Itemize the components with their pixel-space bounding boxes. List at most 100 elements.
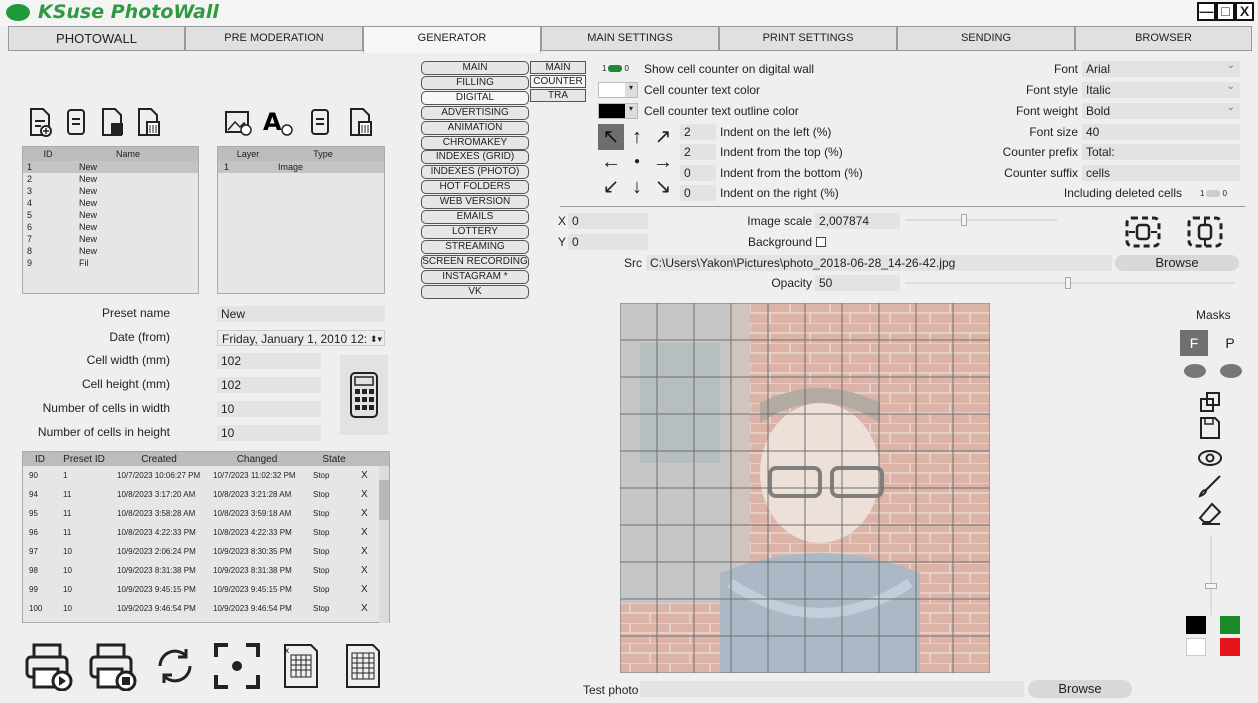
- menu-item-streaming[interactable]: STREAMING: [421, 239, 529, 254]
- menu-item-emails[interactable]: EMAILS: [421, 210, 529, 224]
- minimize-button[interactable]: —: [1197, 2, 1216, 21]
- maximize-button[interactable]: □: [1216, 2, 1235, 21]
- tab-browser[interactable]: BROWSER: [1075, 26, 1252, 51]
- menu-item-animation[interactable]: ANIMATION: [421, 120, 529, 135]
- table-sheet-button[interactable]: [334, 637, 392, 695]
- save-preset-icon[interactable]: [94, 104, 130, 140]
- table-row[interactable]: 99 10 10/9/2023 9:45:15 PM 10/9/2023 9:45:1…: [23, 580, 389, 599]
- swatch-white[interactable]: [1186, 638, 1206, 656]
- suffix-field[interactable]: cells: [1082, 165, 1240, 181]
- mask-shape-icon[interactable]: [1196, 390, 1224, 414]
- date-picker[interactable]: Friday, January 1, 2010 12: ⬍▾: [217, 330, 385, 346]
- copy-preset-icon[interactable]: [58, 104, 94, 140]
- table-row[interactable]: 9 Fil: [23, 257, 198, 269]
- font-weight-select[interactable]: Bold: [1082, 100, 1240, 119]
- image-scale-field[interactable]: 2,007874: [815, 213, 900, 229]
- add-preset-icon[interactable]: [22, 104, 58, 140]
- align-top-right-icon[interactable]: ↗: [650, 124, 676, 150]
- indent-top-field[interactable]: 2: [680, 144, 716, 160]
- browse-test-photo-button[interactable]: Browse: [1028, 680, 1132, 698]
- slider-thumb[interactable]: [1205, 583, 1217, 589]
- date-spinner-icon[interactable]: ⬍▾: [370, 331, 382, 347]
- align-center-icon[interactable]: ●: [624, 149, 650, 175]
- table-row[interactable]: 6 New: [23, 221, 198, 233]
- table-row[interactable]: 1 Image: [218, 161, 384, 173]
- table-row[interactable]: 100 10 10/9/2023 9:46:54 PM 10/9/2023 9:46:…: [23, 599, 389, 618]
- table-row[interactable]: 94 11 10/8/2023 3:17:20 AM 10/8/2023 3:21:2…: [23, 485, 389, 504]
- src-field[interactable]: C:\Users\Yakon\Pictures\photo_2018-06-28…: [646, 255, 1112, 271]
- table-row[interactable]: 98 10 10/9/2023 8:31:38 PM 10/9/2023 8:31:3…: [23, 561, 389, 580]
- slider-thumb[interactable]: [1065, 277, 1071, 289]
- indent-right-field[interactable]: 0: [680, 185, 716, 201]
- delete-row-button[interactable]: X: [361, 508, 375, 519]
- opacity-slider[interactable]: [905, 277, 1235, 289]
- cell-height-field[interactable]: 102: [217, 377, 321, 393]
- indent-left-field[interactable]: 2: [680, 124, 716, 140]
- align-right-icon[interactable]: →: [650, 149, 676, 175]
- preset-name-field[interactable]: New: [217, 306, 385, 322]
- test-photo-field[interactable]: [640, 681, 1024, 697]
- submenu-main[interactable]: MAIN: [530, 61, 586, 74]
- menu-item-indexes-photo[interactable]: INDEXES (PHOTO): [421, 165, 529, 180]
- delete-row-button[interactable]: X: [361, 470, 375, 481]
- tab-main-settings[interactable]: MAIN SETTINGS: [541, 26, 719, 51]
- fit-height-button[interactable]: [1182, 212, 1228, 252]
- y-field[interactable]: 0: [568, 234, 648, 250]
- table-row[interactable]: 97 10 10/9/2023 2:06:24 PM 10/9/2023 8:30:3…: [23, 542, 389, 561]
- align-bottom-right-icon[interactable]: ↘: [650, 174, 676, 200]
- mask-ellipse-alt-icon[interactable]: [1220, 364, 1242, 378]
- brush-size-slider[interactable]: [1205, 535, 1217, 615]
- mask-ellipse-icon[interactable]: [1184, 364, 1206, 378]
- menu-item-chromakey[interactable]: CHROMAKEY: [421, 135, 529, 150]
- print-start-button[interactable]: [20, 637, 78, 695]
- save-mask-icon[interactable]: [1196, 416, 1224, 440]
- calculator-button[interactable]: [340, 355, 388, 435]
- menu-item-instagram[interactable]: INSTAGRAM *: [421, 269, 529, 284]
- submenu-counter[interactable]: COUNTER: [530, 75, 586, 88]
- tab-photowall[interactable]: PHOTOWALL: [8, 26, 185, 51]
- delete-row-button[interactable]: X: [361, 565, 375, 576]
- delete-row-button[interactable]: X: [361, 584, 375, 595]
- delete-row-button[interactable]: X: [361, 546, 375, 557]
- cells-height-field[interactable]: 10: [217, 425, 321, 441]
- menu-item-digital[interactable]: DIGITAL: [421, 90, 529, 105]
- fit-width-button[interactable]: [1120, 212, 1166, 252]
- copy-layer-icon[interactable]: [302, 104, 338, 140]
- menu-item-screen-recording[interactable]: SCREEN RECORDING: [421, 254, 529, 269]
- swatch-black[interactable]: [1186, 616, 1206, 634]
- text-color-picker[interactable]: ▾: [598, 82, 638, 98]
- table-row[interactable]: 1 New: [23, 161, 198, 173]
- brush-icon[interactable]: [1196, 474, 1224, 498]
- grid-sheet-button[interactable]: x: [272, 637, 330, 695]
- slider-thumb[interactable]: [961, 214, 967, 226]
- swatch-green[interactable]: [1220, 616, 1240, 634]
- table-row[interactable]: 96 11 10/8/2023 4:22:33 PM 10/8/2023 4:22:3…: [23, 523, 389, 542]
- background-checkbox[interactable]: [816, 237, 826, 247]
- align-bottom-left-icon[interactable]: ↙: [598, 174, 624, 200]
- table-row[interactable]: 5 New: [23, 209, 198, 221]
- menu-item-main[interactable]: MAIN: [421, 61, 529, 75]
- menu-item-vk[interactable]: VK: [421, 284, 529, 299]
- cell-width-field[interactable]: 102: [217, 353, 321, 369]
- indent-bottom-field[interactable]: 0: [680, 165, 716, 181]
- font-size-field[interactable]: 40: [1082, 124, 1240, 140]
- menu-item-lottery[interactable]: LOTTERY: [421, 224, 529, 239]
- jobs-scrollbar[interactable]: [379, 466, 389, 623]
- table-row[interactable]: 8 New: [23, 245, 198, 257]
- add-image-layer-icon[interactable]: [220, 104, 256, 140]
- menu-item-filling[interactable]: FILLING: [421, 75, 529, 90]
- delete-row-button[interactable]: X: [361, 603, 375, 614]
- delete-row-button[interactable]: X: [361, 489, 375, 500]
- menu-item-indexes-grid[interactable]: INDEXES (GRID): [421, 150, 529, 165]
- submenu-tra[interactable]: TRA: [530, 89, 586, 102]
- table-row[interactable]: 7 New: [23, 233, 198, 245]
- delete-row-button[interactable]: X: [361, 527, 375, 538]
- x-field[interactable]: 0: [568, 213, 648, 229]
- print-stop-button[interactable]: [84, 637, 142, 695]
- eye-icon[interactable]: [1196, 446, 1224, 470]
- outline-color-picker[interactable]: ▾: [598, 103, 638, 119]
- font-style-select[interactable]: Italic: [1082, 79, 1240, 98]
- menu-item-web-version[interactable]: WEB VERSION: [421, 195, 529, 210]
- delete-layer-icon[interactable]: [342, 104, 378, 140]
- tab-sending[interactable]: SENDING: [897, 26, 1075, 51]
